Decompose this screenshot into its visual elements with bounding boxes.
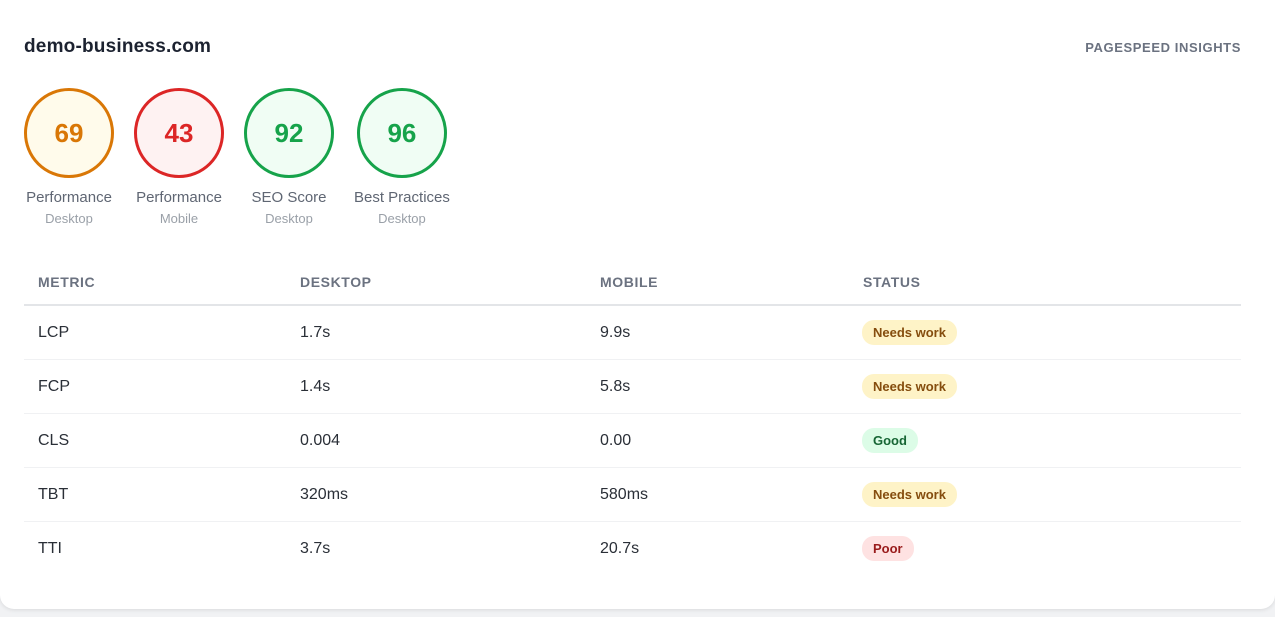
status-badge: Needs work bbox=[862, 374, 957, 399]
score-gauge: 92 bbox=[244, 88, 334, 178]
status-badge: Needs work bbox=[862, 320, 957, 345]
provider-label: PAGESPEED INSIGHTS bbox=[1085, 39, 1241, 55]
score-value: 43 bbox=[164, 117, 194, 148]
score-device: Desktop bbox=[378, 211, 426, 226]
status-cell: Needs work bbox=[849, 359, 1241, 414]
score-label: SEO Score bbox=[251, 189, 327, 206]
status-cell: Needs work bbox=[849, 467, 1241, 522]
table-row: TTI 3.7s 20.7s Poor bbox=[24, 522, 1241, 576]
score-device: Desktop bbox=[265, 211, 313, 226]
score-label: Performance bbox=[136, 189, 222, 206]
score-gauge: 96 bbox=[356, 88, 447, 178]
metric-name: TBT bbox=[24, 467, 286, 522]
desktop-value: 1.4s bbox=[286, 359, 586, 414]
card-header: demo-business.com PAGESPEED INSIGHTS bbox=[24, 34, 1241, 60]
mobile-value: 0.00 bbox=[586, 413, 849, 468]
mobile-value: 9.9s bbox=[586, 305, 849, 360]
metric-name: FCP bbox=[24, 359, 286, 414]
metrics-table: METRIC DESKTOP MOBILE STATUS LCP 1.7s 9.… bbox=[24, 260, 1241, 575]
column-header-mobile: MOBILE bbox=[586, 260, 849, 306]
table-row: CLS 0.004 0.00 Good bbox=[24, 413, 1241, 468]
score-performance-mobile: 43 Performance Mobile bbox=[134, 88, 224, 226]
score-gauge: 69 bbox=[24, 88, 114, 178]
desktop-value: 0.004 bbox=[286, 413, 586, 468]
score-value: 96 bbox=[387, 117, 417, 148]
score-label: Best Practices bbox=[354, 189, 450, 206]
mobile-value: 580ms bbox=[586, 467, 849, 522]
score-value: 69 bbox=[54, 117, 84, 148]
score-value: 92 bbox=[274, 117, 304, 148]
score-gauges: 69 Performance Desktop 43 Performance Mo… bbox=[24, 88, 470, 226]
status-cell: Poor bbox=[849, 522, 1241, 576]
table-row: FCP 1.4s 5.8s Needs work bbox=[24, 359, 1241, 414]
metric-name: LCP bbox=[24, 305, 286, 360]
score-gauge: 43 bbox=[134, 88, 224, 178]
metric-name: CLS bbox=[24, 413, 286, 468]
column-header-metric: METRIC bbox=[24, 260, 286, 306]
score-device: Desktop bbox=[45, 211, 93, 226]
table-row: LCP 1.7s 9.9s Needs work bbox=[24, 305, 1241, 360]
score-seo-desktop: 92 SEO Score Desktop bbox=[244, 88, 334, 226]
column-header-status: STATUS bbox=[849, 260, 1241, 306]
desktop-value: 3.7s bbox=[300, 539, 331, 557]
table-row: TBT 320ms 580ms Needs work bbox=[24, 467, 1241, 522]
mobile-value: 20.7s bbox=[600, 539, 640, 557]
status-badge: Needs work bbox=[862, 482, 957, 507]
status-badge: Poor bbox=[862, 536, 914, 561]
score-device: Mobile bbox=[159, 211, 199, 226]
mobile-value: 5.8s bbox=[586, 359, 849, 414]
desktop-value: 1.7s bbox=[286, 305, 586, 360]
desktop-value: 320ms bbox=[286, 467, 586, 522]
score-best-practices-desktop: 96 Best Practices Desktop bbox=[354, 88, 450, 226]
status-cell: Needs work bbox=[849, 305, 1241, 360]
table-header-row: METRIC DESKTOP MOBILE STATUS bbox=[24, 260, 1241, 306]
metric-name: TTI bbox=[38, 539, 62, 557]
column-header-desktop: DESKTOP bbox=[286, 260, 586, 306]
status-cell: Good bbox=[849, 413, 1241, 468]
status-badge: Good bbox=[862, 428, 918, 453]
score-label: Performance bbox=[26, 189, 112, 206]
score-performance-desktop: 69 Performance Desktop bbox=[24, 88, 114, 226]
pagespeed-card: demo-business.com PAGESPEED INSIGHTS 69 … bbox=[0, 0, 1275, 609]
site-title: demo-business.com bbox=[24, 36, 212, 57]
